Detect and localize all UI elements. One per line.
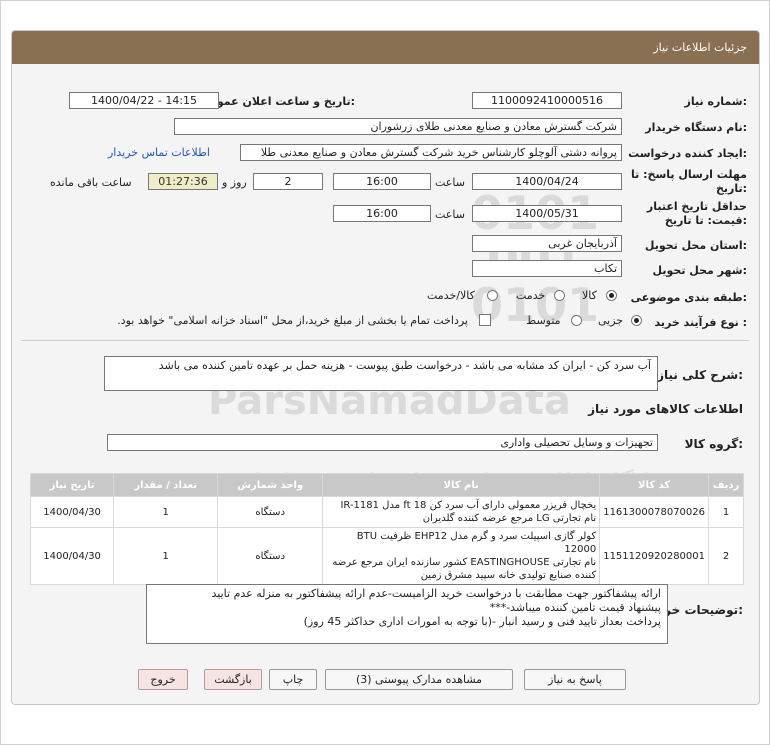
requester-field: پروانه دشتی آلوچلو کارشناس خرید شرکت گست… [240, 144, 622, 161]
row-unit: دستگاه [217, 496, 324, 528]
category-option-goods: کالا [582, 289, 597, 302]
row-date: 1400/04/30 [29, 496, 115, 528]
city-label: شهر محل تحویل: [652, 264, 747, 277]
goods-group-field: تجهیزات و وسایل تحصیلی واداری [107, 434, 658, 451]
announce-label: تاریخ و ساعت اعلان عمومی: [198, 95, 355, 108]
row-code: 1151120920280001 [599, 527, 709, 585]
price-validity-time-field: 16:00 [333, 205, 431, 222]
row-code: 1161300078070026 [599, 496, 709, 528]
process-option-minor: جزیی [598, 314, 624, 327]
requester-label: ایجاد کننده درخواست: [628, 147, 747, 160]
panel-header: جزئیات اطلاعات نیاز [12, 31, 759, 64]
row-name: کولر گازی اسپیلت سرد و گرم مدل EHP12 ظرف… [322, 527, 601, 585]
buyer-notes-line: پیشنهاد قیمت تامین کننده میباشد-*** [489, 601, 661, 614]
table-row[interactable]: 1 1161300078070026 یخچال فریزر معمولی دا… [29, 496, 744, 528]
price-validity-time-label: ساعت [435, 208, 465, 221]
category-option-service: خدمت [516, 289, 546, 302]
goods-section-title: اطلاعات کالاهای مورد نیاز [588, 402, 743, 416]
summary-label: شرح کلی نیاز: [657, 368, 743, 382]
exit-button[interactable]: خروج [138, 669, 188, 690]
buyer-org-label: نام دستگاه خریدار: [645, 121, 747, 134]
remaining-time-label: ساعت باقی مانده [50, 176, 132, 189]
view-attachments-button[interactable]: مشاهده مدارک پیوستی (3) [325, 669, 513, 690]
goods-group-label: گروه کالا: [684, 437, 743, 451]
col-date: تاریخ نیاز [29, 473, 115, 497]
goods-table: ردیف کد کالا نام کالا واحد شمارش تعداد /… [29, 473, 744, 585]
process-radio-medium[interactable] [571, 315, 582, 326]
buyer-notes-text: ارائه پیشفاکتور جهت مطابقت با درخواست خر… [146, 584, 668, 644]
remaining-time-timer: 01:27:36 [148, 173, 218, 190]
category-label: طبقه بندی موضوعی: [630, 291, 747, 304]
table-header-row: ردیف کد کالا نام کالا واحد شمارش تعداد /… [29, 473, 744, 497]
days-label: روز و [222, 176, 247, 189]
treasury-checkbox[interactable] [479, 314, 491, 326]
row-name-line: یخچال فریزر معمولی دارای آب سرد کن 18 ft… [340, 500, 597, 511]
reply-button[interactable]: پاسخ به نیاز [524, 669, 626, 690]
row-index: 2 [708, 527, 744, 585]
reply-time-label: ساعت [435, 176, 465, 189]
category-option-goods-service: کالا/خدمت [427, 289, 475, 302]
price-validity-date-field: 1400/05/31 [472, 205, 622, 222]
buyer-notes-line: پرداخت بعداز تایید فنی و رسید انبار -(با… [303, 615, 661, 628]
category-radio-service[interactable] [554, 290, 565, 301]
buyer-org-field: شرکت گسترش معادن و صنایع معدنی طلای زرشو… [174, 118, 622, 135]
city-field: تکاب [472, 260, 622, 277]
remaining-days-field: 2 [253, 173, 323, 190]
buyer-contact-link[interactable]: اطلاعات تماس خریدار [108, 146, 210, 159]
row-name-line: کولر گازی اسپیلت سرد و گرم مدل EHP12 ظرف… [356, 531, 597, 555]
row-index: 1 [708, 496, 744, 528]
reply-deadline-label: مهلت ارسال پاسخ: تا [631, 168, 747, 181]
summary-text: آب سرد کن - ایران کد مشابه می باشد - درخ… [104, 356, 658, 391]
process-radio-minor[interactable] [631, 315, 642, 326]
price-validity-label: حداقل تاریخ اعتبار [646, 200, 747, 213]
row-qty: 1 [113, 527, 219, 585]
row-name-line: نام تجارتی LG مرجع عرضه کننده گلدیران [422, 513, 597, 524]
treasury-note: پرداخت تمام یا بخشی از مبلغ خرید،از محل … [117, 314, 468, 327]
row-name-line: کننده صنایع تولیدی خانه سپید مشرق زمین [420, 570, 597, 581]
row-date: 1400/04/30 [29, 527, 115, 585]
col-name: نام کالا [322, 473, 601, 497]
row-name-line: نام تجارتی EASTINGHOUSE کشور سازنده ایرا… [332, 557, 597, 568]
process-option-medium: متوسط [526, 314, 561, 327]
print-button[interactable]: چاپ [269, 669, 317, 690]
category-radio-goods-service[interactable] [487, 290, 498, 301]
reply-deadline-label-2: تاریخ: [715, 182, 747, 195]
row-name: یخچال فریزر معمولی دارای آب سرد کن 18 ft… [322, 496, 601, 528]
reply-time-field: 16:00 [333, 173, 431, 190]
process-label: نوع فرآیند خرید : [654, 316, 747, 329]
col-code: کد کالا [599, 473, 709, 497]
buyer-notes-line: ارائه پیشفاکتور جهت مطابقت با درخواست خر… [211, 587, 661, 600]
panel-title: جزئیات اطلاعات نیاز [653, 41, 747, 54]
col-index: ردیف [708, 473, 744, 497]
table-row[interactable]: 2 1151120920280001 کولر گازی اسپیلت سرد … [29, 527, 744, 585]
row-unit: دستگاه [217, 527, 324, 585]
province-field: آذربایجان غربی [472, 235, 622, 252]
back-button[interactable]: بازگشت [204, 669, 262, 690]
price-validity-label-2: قیمت: تا تاریخ: [664, 214, 747, 227]
col-unit: واحد شمارش [217, 473, 324, 497]
row-qty: 1 [113, 496, 219, 528]
need-number-field: 1100092410000516 [472, 92, 622, 109]
province-label: استان محل تحویل: [644, 239, 747, 252]
need-number-label: شماره نیاز: [684, 95, 747, 108]
announce-field: 1400/04/22 - 14:15 [69, 92, 219, 109]
divider [21, 340, 749, 341]
col-qty: تعداد / مقدار [113, 473, 219, 497]
category-radio-goods[interactable] [606, 290, 617, 301]
reply-date-field: 1400/04/24 [472, 173, 622, 190]
